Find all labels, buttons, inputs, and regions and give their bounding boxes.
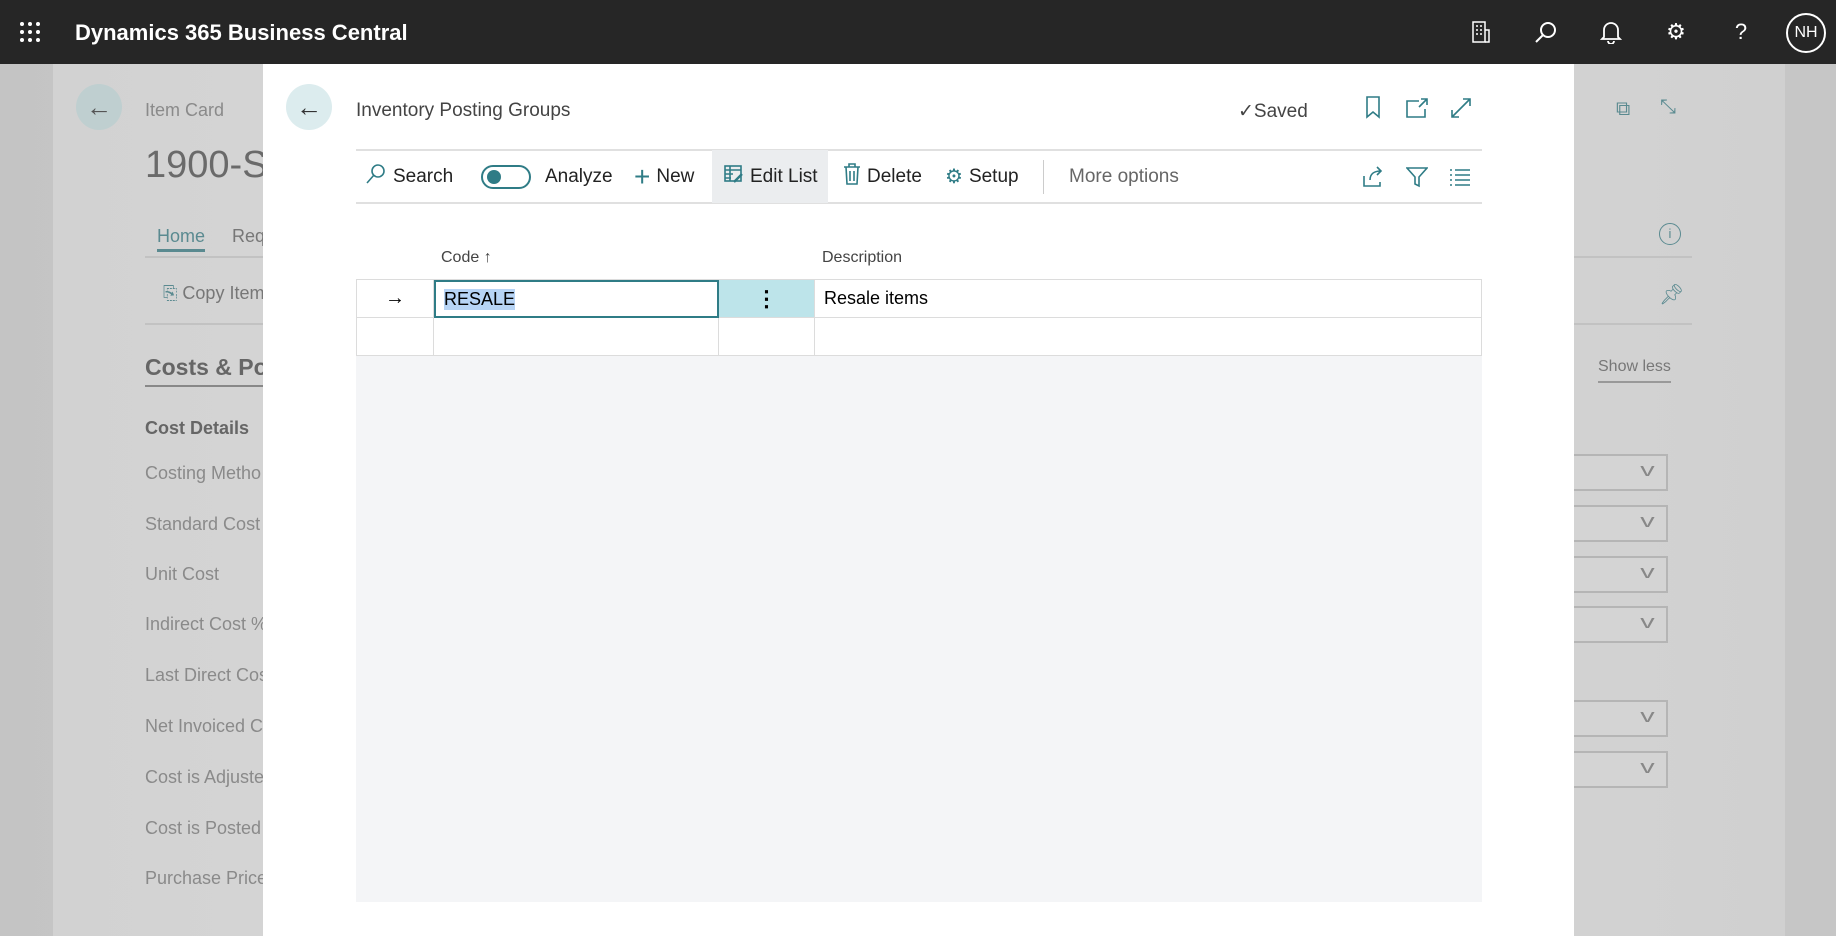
search-icon[interactable] (1530, 16, 1562, 48)
delete-label: Delete (867, 165, 922, 187)
new-button[interactable]: + New (634, 150, 694, 203)
chevron-down-icon: v (1640, 757, 1655, 777)
list-grid (356, 280, 1482, 902)
setup-label: Setup (968, 165, 1019, 187)
section-title[interactable]: Costs & Po (145, 354, 275, 387)
chevron-down-icon: v (1640, 460, 1655, 480)
new-label: New (656, 165, 695, 187)
arrow-left-icon: ← (296, 91, 322, 122)
filter-icon[interactable] (1406, 150, 1428, 203)
saved-label: Saved (1253, 101, 1308, 122)
gear-icon[interactable]: ⚙ (1660, 16, 1692, 48)
unpin-icon[interactable]: 📌︎ (1659, 282, 1684, 307)
edit-list-label: Edit List (750, 165, 818, 187)
toolbar-separator (1043, 160, 1044, 194)
new-row-menu-cell[interactable] (719, 318, 815, 356)
delete-button[interactable]: Delete (843, 150, 922, 203)
new-row-description-cell[interactable] (815, 318, 1482, 356)
code-value: RESALE (444, 288, 516, 310)
checkmark-icon: ✓ (1238, 101, 1254, 122)
group-title: Cost Details (145, 418, 250, 438)
company-icon[interactable] (1465, 16, 1497, 48)
bell-icon[interactable] (1595, 16, 1627, 48)
field-label: Last Direct Cos (145, 665, 269, 685)
edit-table-icon (724, 164, 744, 190)
copy-icon: ⎘ (163, 283, 178, 303)
toggle-switch[interactable] (481, 164, 531, 189)
page-title: Inventory Posting Groups (356, 100, 571, 121)
field-label: Costing Metho (145, 463, 262, 483)
row-indicator-arrow-icon[interactable]: → (356, 280, 434, 318)
popout-icon[interactable]: ⧉ (1616, 98, 1630, 121)
code-cell[interactable]: RESALE (434, 280, 719, 318)
share-icon[interactable] (1362, 150, 1384, 203)
code-header-label: Code (441, 249, 480, 266)
row-actions-menu-icon[interactable]: ⋮ (719, 280, 815, 318)
info-icon[interactable]: i (1659, 223, 1681, 245)
field-label: Indirect Cost % (145, 614, 268, 634)
item-card-back-button[interactable]: ← (76, 84, 122, 130)
new-row-code-cell[interactable] (434, 318, 719, 356)
field-label: Unit Cost (145, 564, 220, 584)
description-value: Resale items (824, 288, 929, 308)
edit-list-button[interactable]: Edit List (712, 150, 828, 203)
sort-ascending-icon: ↑ (483, 249, 492, 266)
analyze-label: Analyze (545, 165, 613, 187)
top-bar: Dynamics 365 Business Central ⚙ ? NH (0, 0, 1836, 64)
analyze-toggle[interactable]: Analyze (481, 150, 613, 203)
search-icon (365, 163, 387, 191)
copy-item-label: Copy Item (182, 283, 265, 303)
chevron-down-icon: v (1640, 612, 1655, 632)
waffle-icon[interactable] (14, 16, 46, 48)
more-options-label: More options (1069, 165, 1179, 187)
chevron-down-icon: v (1640, 706, 1655, 726)
avatar[interactable]: NH (1786, 13, 1826, 53)
field-label: Cost is Posted (145, 818, 262, 838)
chevron-down-icon: v (1640, 511, 1655, 531)
new-row-indicator[interactable] (356, 318, 434, 356)
help-icon[interactable]: ? (1725, 16, 1757, 48)
field-label: Standard Cost (145, 514, 261, 534)
expand-icon[interactable] (1449, 96, 1473, 126)
column-header-code[interactable]: Code ↑ (441, 249, 492, 267)
bookmark-icon[interactable] (1364, 95, 1382, 125)
back-button[interactable]: ← (286, 84, 332, 130)
plus-icon: + (634, 160, 651, 192)
trash-icon (843, 162, 861, 191)
field-label: Net Invoiced C (145, 716, 264, 736)
column-header-description[interactable]: Description (822, 249, 902, 267)
tab-requests[interactable]: Req (232, 226, 265, 247)
field-label: Purchase Price (145, 868, 268, 888)
description-cell[interactable]: Resale items (815, 280, 1482, 318)
chevron-down-icon: v (1640, 562, 1655, 582)
search-label: Search (393, 165, 454, 187)
search-button[interactable]: Search (365, 150, 453, 203)
copy-item-action[interactable]: ⎘ Copy Item (163, 283, 264, 304)
app-title: Dynamics 365 Business Central (75, 20, 408, 45)
collapse-icon[interactable]: ⤡ (1660, 96, 1676, 119)
field-label: Cost is Adjuste (145, 767, 265, 787)
list-view-icon[interactable] (1449, 150, 1471, 203)
setup-button[interactable]: ⚙ Setup (945, 150, 1019, 203)
more-options-button[interactable]: More options (1069, 150, 1179, 203)
tab-home[interactable]: Home (157, 226, 206, 252)
gears-icon: ⚙ (945, 166, 963, 188)
saved-status: ✓Saved (1238, 100, 1308, 123)
open-new-window-icon[interactable] (1405, 97, 1429, 125)
item-card-breadcrumb: Item Card (145, 100, 225, 120)
show-less-link[interactable]: Show less (1598, 358, 1671, 383)
item-card-title: 1900-S (145, 144, 268, 186)
